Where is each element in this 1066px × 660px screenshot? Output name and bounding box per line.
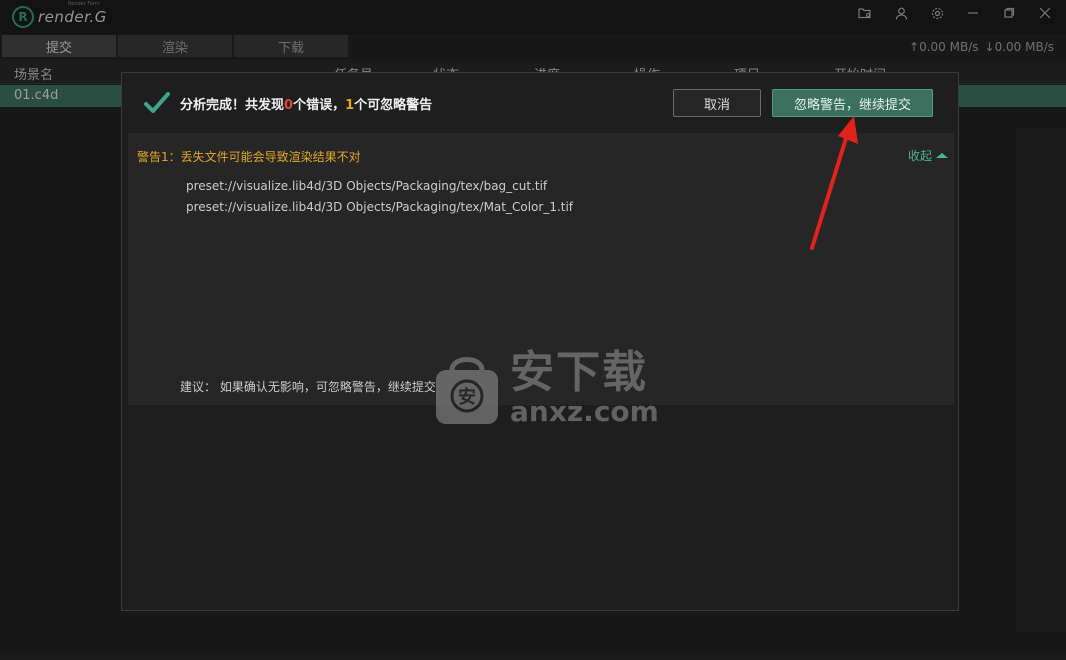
watermark-en: anxz.com <box>510 395 659 428</box>
cancel-button[interactable]: 取消 <box>673 89 761 117</box>
caret-up-icon <box>936 153 948 158</box>
suggestion-text: 建议： 如果确认无影响，可忽略警告，继续提交 <box>180 380 436 394</box>
watermark-cn: 安下载 <box>510 347 648 398</box>
annotation-arrow <box>810 116 858 250</box>
check-icon <box>144 92 170 113</box>
collapse-toggle[interactable]: 收起 <box>908 147 948 164</box>
watermark-bag-char: 安 <box>458 386 476 408</box>
warning-title: 警告1：丢失文件可能会导致渲染结果不对 <box>137 150 361 164</box>
missing-file-path: preset://visualize.lib4d/3D Objects/Pack… <box>186 200 574 214</box>
error-count: 0 <box>284 98 294 113</box>
status-bar <box>0 652 1066 660</box>
dialog-title: 分析完成！共发现0个错误，1个可忽略警告 <box>180 98 433 113</box>
watermark: 安 安下载 anxz.com <box>432 348 659 428</box>
warning-count: 1 <box>345 98 355 113</box>
shopping-bag-icon: 安 <box>436 357 498 424</box>
missing-file-path: preset://visualize.lib4d/3D Objects/Pack… <box>186 179 548 193</box>
